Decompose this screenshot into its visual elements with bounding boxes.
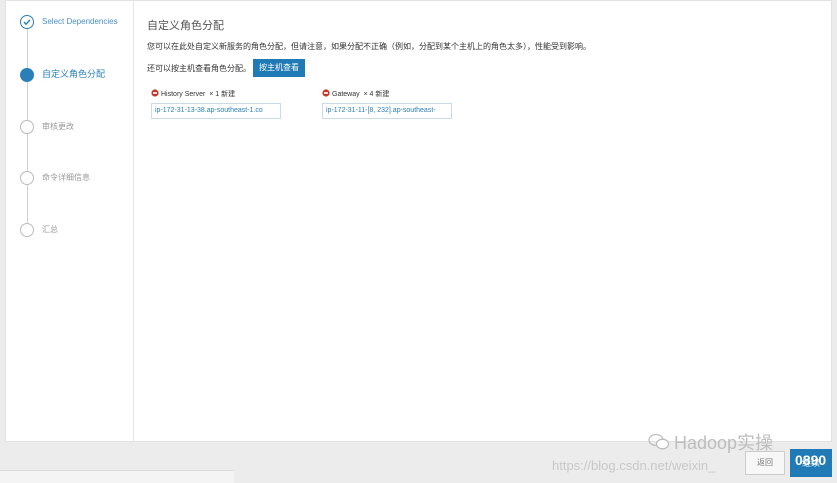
role-name: Gateway	[332, 91, 360, 98]
role-name: History Server	[161, 91, 206, 98]
main-content: 自定义角色分配 您可以在此处自定义新服务的角色分配，但请注意，如果分配不正确（例…	[147, 1, 831, 441]
role-count: × 4 新建	[363, 91, 390, 98]
empty-circle-icon	[20, 223, 34, 237]
step-label: 汇总	[42, 225, 58, 234]
step-select-dependencies[interactable]: Select Dependencies	[20, 15, 132, 47]
step-review-changes[interactable]: 审核更改	[20, 120, 132, 152]
step-command-details[interactable]: 命令详细信息	[20, 171, 132, 203]
wizard-steps-sidebar: Select Dependencies 自定义角色分配 审核更改 命令详细信息 …	[6, 1, 134, 441]
page-title: 自定义角色分配	[147, 20, 224, 32]
role-header: Gateway × 4 新建	[322, 89, 462, 101]
step-label: Select Dependencies	[42, 17, 118, 26]
active-step-icon	[20, 68, 34, 82]
role-hosts-link[interactable]: ip-172-31-11-[8, 232].ap-southeast-	[322, 103, 452, 119]
host-view-prompt: 还可以按主机查看角色分配。	[147, 64, 251, 73]
role-count: × 1 新建	[209, 91, 236, 98]
role-hosts-link[interactable]: ip-172-31-13-38.ap-southeast-1.co	[151, 103, 281, 119]
role-icon	[322, 89, 330, 97]
step-label: 命令详细信息	[42, 173, 90, 182]
step-label: 自定义角色分配	[42, 69, 106, 79]
empty-circle-icon	[20, 120, 34, 134]
role-history-server: History Server × 1 新建 ip-172-31-13-38.ap…	[151, 89, 291, 119]
step-custom-role-assignment[interactable]: 自定义角色分配	[20, 68, 132, 100]
wechat-icon	[648, 433, 670, 450]
page-number-overlay: 0890	[795, 452, 827, 468]
step-summary[interactable]: 汇总	[20, 223, 132, 255]
role-header: History Server × 1 新建	[151, 89, 291, 101]
bottom-bar-fragment	[0, 470, 234, 483]
role-gateway: Gateway × 4 新建 ip-172-31-11-[8, 232].ap-…	[322, 89, 462, 119]
check-circle-icon	[20, 15, 34, 29]
page-description: 您可以在此处自定义新服务的角色分配，但请注意，如果分配不正确（例如，分配到某个主…	[147, 42, 591, 51]
wizard-panel: Select Dependencies 自定义角色分配 审核更改 命令详细信息 …	[5, 0, 832, 442]
csdn-url-watermark: https://blog.csdn.net/weixin_	[552, 458, 716, 473]
step-label: 审核更改	[42, 122, 74, 131]
role-icon	[151, 89, 159, 97]
back-button[interactable]: 返回	[745, 451, 785, 475]
empty-circle-icon	[20, 171, 34, 185]
view-by-host-button[interactable]: 按主机查看	[253, 59, 305, 77]
